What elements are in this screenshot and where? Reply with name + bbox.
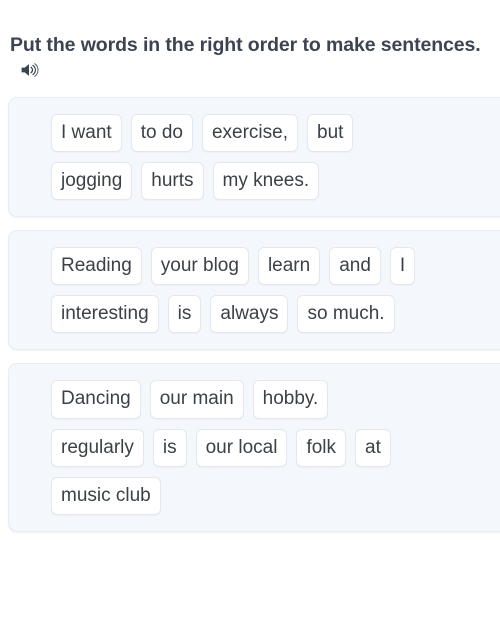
word-chip[interactable]: hobby. [252,380,329,419]
word-chip[interactable]: Reading [51,247,142,286]
word-chip[interactable]: I [389,247,416,286]
word-chip[interactable]: jogging [51,161,133,201]
word-chip[interactable]: is [167,295,202,334]
word-chip[interactable]: our main [149,380,244,419]
word-chip[interactable]: interesting [51,295,159,334]
word-chip[interactable]: exercise, [201,113,298,152]
sentence-card[interactable]: I want to do exercise, but jogging hurts… [8,96,500,218]
speaker-icon[interactable] [19,60,39,80]
word-chip[interactable]: your blog [150,247,249,286]
word-chip[interactable]: Dancing [51,380,141,419]
word-chip[interactable]: my knees. [212,161,320,201]
sentence-card[interactable]: Dancing our main hobby. regularly is our… [8,363,500,532]
word-chip[interactable]: always [210,295,289,334]
chip-row: jogging hurts my knees. [51,161,500,201]
word-chip[interactable]: is [152,428,187,467]
chip-row: Dancing our main hobby. [51,380,500,419]
word-chip[interactable]: I want [51,113,122,152]
word-chip[interactable]: our local [195,428,288,467]
word-chip[interactable]: to do [130,113,193,152]
word-chip[interactable]: hurts [141,161,204,201]
chip-row: interesting is always so much. [51,295,500,334]
word-chip[interactable]: music club [51,476,161,515]
chip-row: Reading your blog learn and I [51,247,500,286]
word-chip[interactable]: regularly [51,428,144,467]
word-chip[interactable]: folk [296,428,347,467]
chip-row: regularly is our local folk at [51,428,500,467]
task-header: Put the words in the right order to make… [0,0,500,83]
word-chip[interactable]: learn [257,247,321,286]
sentence-card[interactable]: Reading your blog learn and I interestin… [8,230,500,351]
page-title: Put the words in the right order to make… [10,34,481,56]
word-chip[interactable]: at [355,428,391,467]
word-chip[interactable]: and [329,247,381,286]
exercise-page: Put the words in the right order to make… [0,0,500,632]
sentence-card-list: I want to do exercise, but jogging hurts… [0,96,500,532]
word-chip[interactable]: but [307,113,354,152]
chip-row: I want to do exercise, but [51,113,500,152]
chip-row: music club [51,476,500,515]
word-chip[interactable]: so much. [297,295,395,334]
